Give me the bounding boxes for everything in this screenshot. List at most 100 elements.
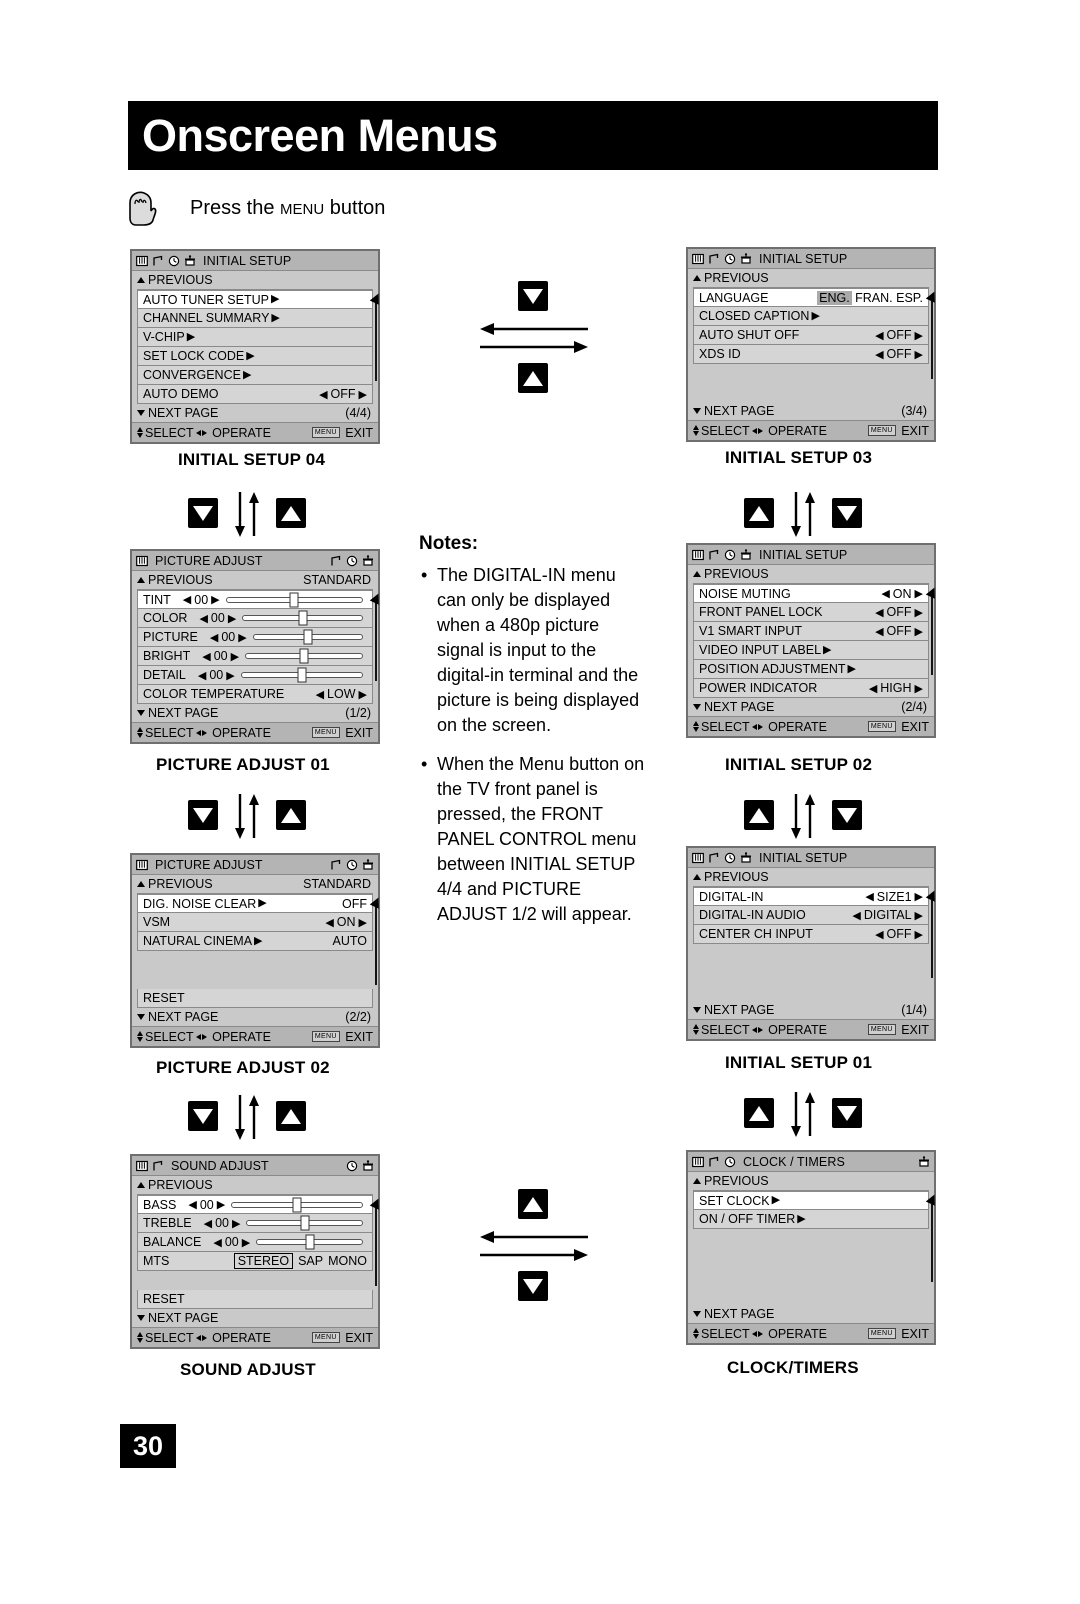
stepper-right-icon[interactable]: ▶ (232, 1217, 240, 1230)
down-button[interactable] (188, 800, 218, 830)
osd-value-stepper[interactable]: ◀ OFF ▶ (319, 387, 367, 401)
osd-slider[interactable] (231, 1195, 363, 1214)
stepper-left-icon[interactable]: ◀ (881, 587, 889, 600)
osd-row[interactable]: SET CLOCK ▶ (693, 1191, 929, 1210)
osd-value-stepper[interactable]: ◀ OFF ▶ (875, 624, 923, 638)
osd-value-stepper[interactable]: ◀ 00 ▶ (202, 649, 239, 663)
stepper-right-icon[interactable]: ▶ (359, 388, 367, 401)
osd-value-stepper[interactable]: ◀ 00 ▶ (213, 1235, 250, 1249)
down-button[interactable] (832, 1098, 862, 1128)
stepper-left-icon[interactable]: ◀ (875, 928, 883, 941)
osd-row[interactable]: NATURAL CINEMA ▶ AUTO (137, 932, 373, 951)
language-option-selected[interactable]: ENG. (817, 290, 852, 305)
osd-row[interactable]: POWER INDICATOR ◀ HIGH ▶ (693, 679, 929, 698)
stepper-right-icon[interactable]: ▶ (359, 688, 367, 701)
osd-row[interactable]: DETAIL ◀ 00 ▶ (137, 666, 373, 685)
slider-knob[interactable] (303, 629, 313, 645)
osd-previous-row[interactable]: PREVIOUS (693, 269, 929, 287)
stepper-left-icon[interactable]: ◀ (202, 650, 210, 663)
osd-value-stepper[interactable]: ◀ 00 ▶ (199, 611, 236, 625)
stepper-left-icon[interactable]: ◀ (852, 909, 860, 922)
stepper-right-icon[interactable]: ▶ (915, 928, 923, 941)
stepper-left-icon[interactable]: ◀ (183, 593, 191, 606)
osd-value-stepper[interactable]: ◀ OFF ▶ (875, 927, 923, 941)
osd-row[interactable]: CHANNEL SUMMARY ▶ (137, 309, 373, 328)
osd-row[interactable]: POSITION ADJUSTMENT ▶ (693, 660, 929, 679)
up-button[interactable] (276, 498, 306, 528)
osd-value-stepper[interactable]: ◀ OFF ▶ (875, 328, 923, 342)
down-button[interactable] (188, 498, 218, 528)
osd-value-stepper[interactable]: ◀ 00 ▶ (204, 1216, 241, 1230)
stepper-left-icon[interactable]: ◀ (875, 329, 883, 342)
stepper-right-icon[interactable]: ▶ (228, 612, 236, 625)
osd-previous-row[interactable]: PREVIOUS (137, 271, 373, 289)
osd-row[interactable]: FRONT PANEL LOCK ◀ OFF ▶ (693, 603, 929, 622)
osd-row[interactable]: PICTURE ◀ 00 ▶ (137, 628, 373, 647)
osd-value-stepper[interactable]: ◀ OFF ▶ (875, 347, 923, 361)
osd-previous-row[interactable]: PREVIOUS STANDARD (137, 571, 373, 589)
up-button[interactable] (744, 498, 774, 528)
osd-row[interactable]: DIG. NOISE CLEAR ▶ OFF (137, 894, 373, 913)
osd-next-page-row[interactable]: NEXT PAGE (1/2) (137, 704, 373, 722)
stepper-right-icon[interactable]: ▶ (915, 329, 923, 342)
up-button[interactable] (744, 1098, 774, 1128)
stepper-left-icon[interactable]: ◀ (875, 348, 883, 361)
osd-row[interactable]: AUTO DEMO ◀ OFF ▶ (137, 385, 373, 404)
slider-knob[interactable] (289, 592, 299, 607)
osd-row[interactable]: NOISE MUTING ◀ ON ▶ (693, 584, 929, 603)
osd-slider[interactable] (256, 1233, 363, 1252)
osd-row[interactable]: CENTER CH INPUT ◀ OFF ▶ (693, 925, 929, 944)
osd-next-page-row[interactable]: NEXT PAGE (4/4) (137, 404, 373, 422)
stepper-left-icon[interactable]: ◀ (204, 1217, 212, 1230)
osd-slider[interactable] (245, 647, 363, 666)
osd-previous-row[interactable]: PREVIOUS (137, 1176, 373, 1194)
osd-row[interactable]: VIDEO INPUT LABEL ▶ (693, 641, 929, 660)
stepper-right-icon[interactable]: ▶ (238, 631, 246, 644)
osd-value-stepper[interactable]: ◀ DIGITAL ▶ (852, 908, 923, 922)
stepper-left-icon[interactable]: ◀ (319, 388, 327, 401)
stepper-right-icon[interactable]: ▶ (915, 587, 923, 600)
up-button[interactable] (518, 1189, 548, 1219)
osd-previous-row[interactable]: PREVIOUS (693, 1172, 929, 1190)
osd-row[interactable]: V-CHIP ▶ (137, 328, 373, 347)
osd-value-stepper[interactable]: ◀ SIZE1 ▶ (865, 890, 923, 904)
osd-slider[interactable] (242, 609, 363, 628)
stepper-right-icon[interactable]: ▶ (915, 625, 923, 638)
osd-row[interactable]: AUTO SHUT OFF ◀ OFF ▶ (693, 326, 929, 345)
osd-row[interactable]: ON / OFF TIMER ▶ (693, 1210, 929, 1229)
osd-previous-row[interactable]: PREVIOUS STANDARD (137, 875, 373, 893)
osd-value-stepper[interactable]: ◀ LOW ▶ (316, 687, 367, 701)
up-button[interactable] (276, 1101, 306, 1131)
osd-next-page-row[interactable]: NEXT PAGE (2/4) (693, 698, 929, 716)
slider-knob[interactable] (292, 1197, 302, 1212)
slider-knob[interactable] (298, 610, 308, 626)
stepper-left-icon[interactable]: ◀ (210, 631, 218, 644)
slider-knob[interactable] (305, 1234, 315, 1250)
osd-row[interactable]: XDS ID ◀ OFF ▶ (693, 345, 929, 364)
stepper-left-icon[interactable]: ◀ (188, 1198, 196, 1211)
stepper-right-icon[interactable]: ▶ (359, 916, 367, 929)
osd-slider[interactable] (225, 590, 363, 609)
osd-row[interactable]: DIGITAL-IN AUDIO ◀ DIGITAL ▶ (693, 906, 929, 925)
osd-row[interactable]: BASS ◀ 00 ▶ (137, 1195, 373, 1214)
osd-row-value[interactable]: ENG. FRAN. ESP. (817, 290, 923, 305)
osd-row[interactable]: VSM ◀ ON ▶ (137, 913, 373, 932)
stepper-left-icon[interactable]: ◀ (865, 890, 873, 903)
osd-row[interactable]: COLOR ◀ 00 ▶ (137, 609, 373, 628)
osd-row[interactable]: V1 SMART INPUT ◀ OFF ▶ (693, 622, 929, 641)
stepper-right-icon[interactable]: ▶ (915, 890, 923, 903)
stepper-left-icon[interactable]: ◀ (325, 916, 333, 929)
down-button[interactable] (518, 281, 548, 311)
stepper-right-icon[interactable]: ▶ (915, 682, 923, 695)
stepper-left-icon[interactable]: ◀ (875, 606, 883, 619)
osd-row[interactable]: TREBLE ◀ 00 ▶ (137, 1214, 373, 1233)
stepper-left-icon[interactable]: ◀ (213, 1236, 221, 1249)
up-button[interactable] (518, 363, 548, 393)
slider-knob[interactable] (297, 667, 307, 683)
mts-options[interactable]: STEREO SAP MONO (233, 1253, 367, 1269)
stepper-right-icon[interactable]: ▶ (915, 348, 923, 361)
up-button[interactable] (744, 800, 774, 830)
osd-slider[interactable] (240, 666, 363, 685)
osd-row[interactable]: LANGUAGE ENG. FRAN. ESP. (693, 288, 929, 307)
stepper-left-icon[interactable]: ◀ (869, 682, 877, 695)
